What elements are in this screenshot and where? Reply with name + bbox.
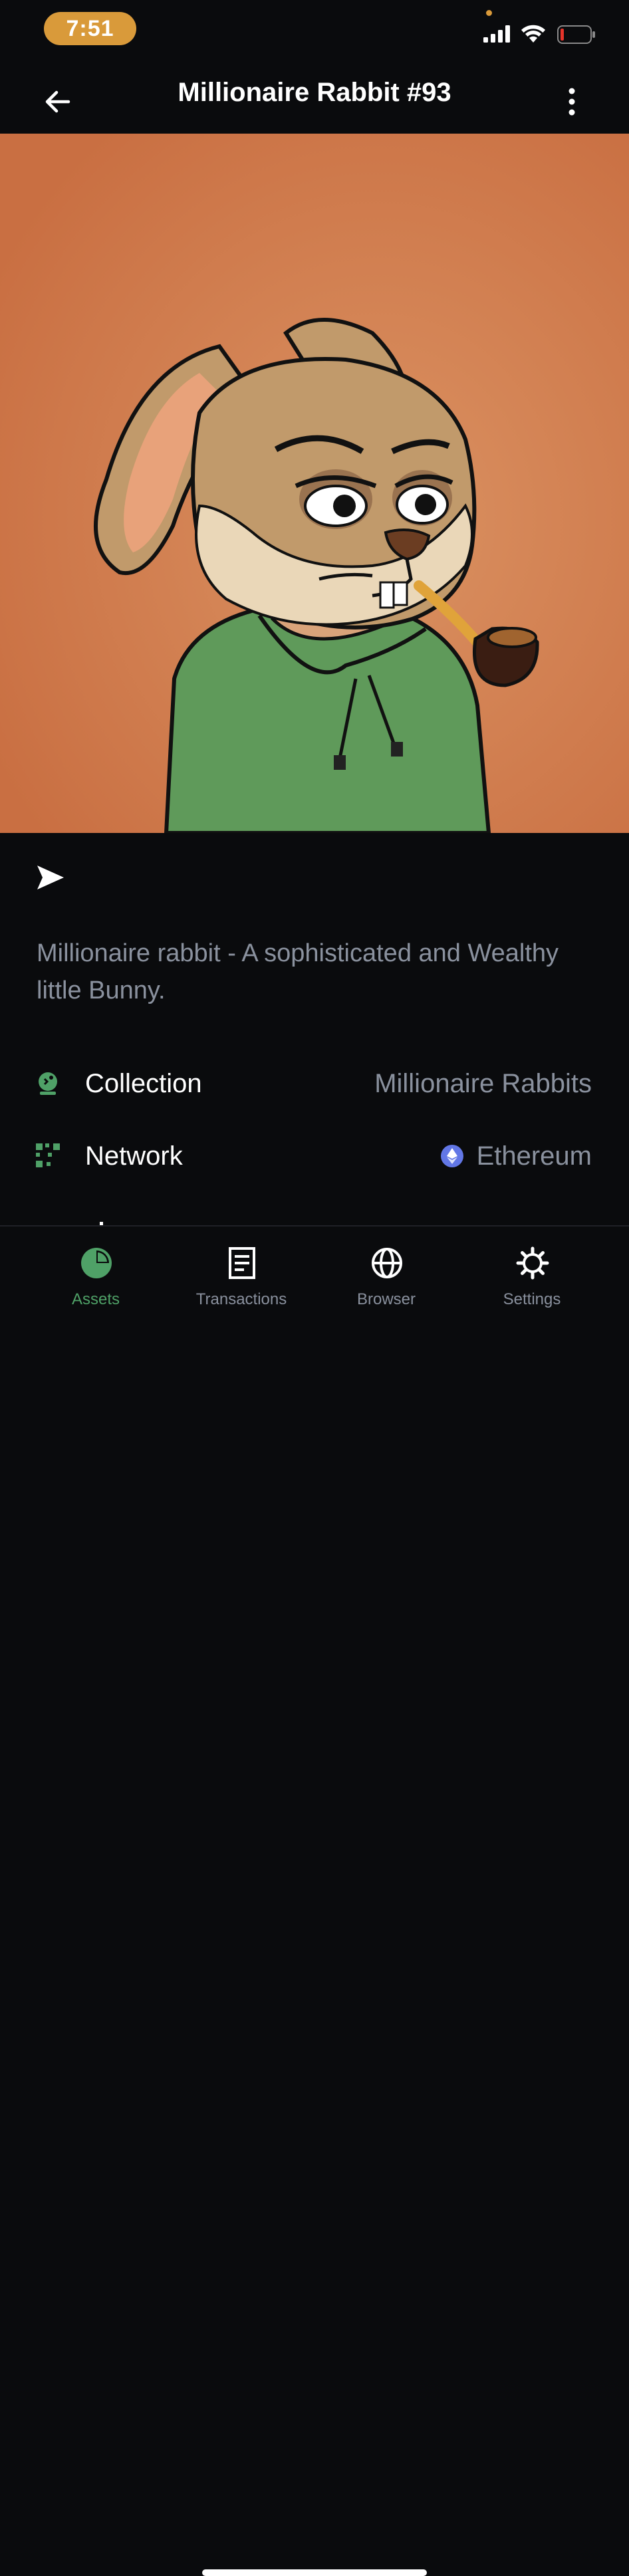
collection-name: Millionaire Rabbits (374, 1069, 592, 1098)
top-navigation-bar: Millionaire Rabbit #93 (0, 66, 629, 133)
cellular-signal-icon (483, 25, 510, 43)
tab-transactions[interactable]: Transactions (175, 1246, 308, 1320)
detail-row-network[interactable]: Network Ethereum (0, 1133, 629, 1179)
gear-icon (516, 1246, 549, 1280)
nft-artwork-image (0, 134, 629, 833)
status-bar: 7:51 (0, 0, 629, 66)
tab-label-browser: Browser (356, 1290, 416, 1308)
tab-label-assets: Assets (71, 1290, 120, 1308)
detail-value-collection: Millionaire Rabbits (374, 1067, 592, 1100)
detail-value-network: Ethereum (440, 1139, 592, 1173)
tab-settings[interactable]: Settings (465, 1246, 598, 1320)
tab-label-settings: Settings (503, 1290, 561, 1308)
page-title: Millionaire Rabbit #93 (178, 78, 451, 107)
battery-icon (557, 25, 595, 44)
privacy-indicator-dot (486, 10, 492, 16)
tab-assets[interactable]: Assets (29, 1246, 162, 1320)
bottom-tab-bar: Assets Transactions Browser Settings (0, 1225, 629, 2576)
wifi-icon (521, 25, 545, 43)
more-vertical-icon (568, 88, 575, 116)
network-name: Ethereum (476, 1141, 592, 1171)
detail-label-collection: Collection (85, 1069, 202, 1098)
detail-label-network: Network (85, 1141, 183, 1171)
tab-label-transactions: Transactions (195, 1290, 287, 1308)
tab-browser[interactable]: Browser (320, 1246, 453, 1320)
home-indicator[interactable] (202, 2569, 427, 2576)
arrow-left-icon (45, 90, 70, 113)
status-time: 7:51 (44, 12, 136, 45)
collection-icon (39, 1072, 57, 1095)
back-button[interactable] (40, 84, 76, 120)
globe-icon (372, 1248, 402, 1278)
document-icon (229, 1247, 255, 1279)
detail-row-collection[interactable]: Collection Millionaire Rabbits (0, 1060, 629, 1107)
pie-chart-icon (81, 1248, 112, 1278)
network-icon (36, 1143, 60, 1167)
nft-description: Millionaire rabbit - A sophisticated and… (37, 939, 559, 1004)
ethereum-icon (440, 1145, 463, 1167)
send-icon[interactable] (35, 862, 66, 893)
more-options-button[interactable] (556, 84, 588, 120)
